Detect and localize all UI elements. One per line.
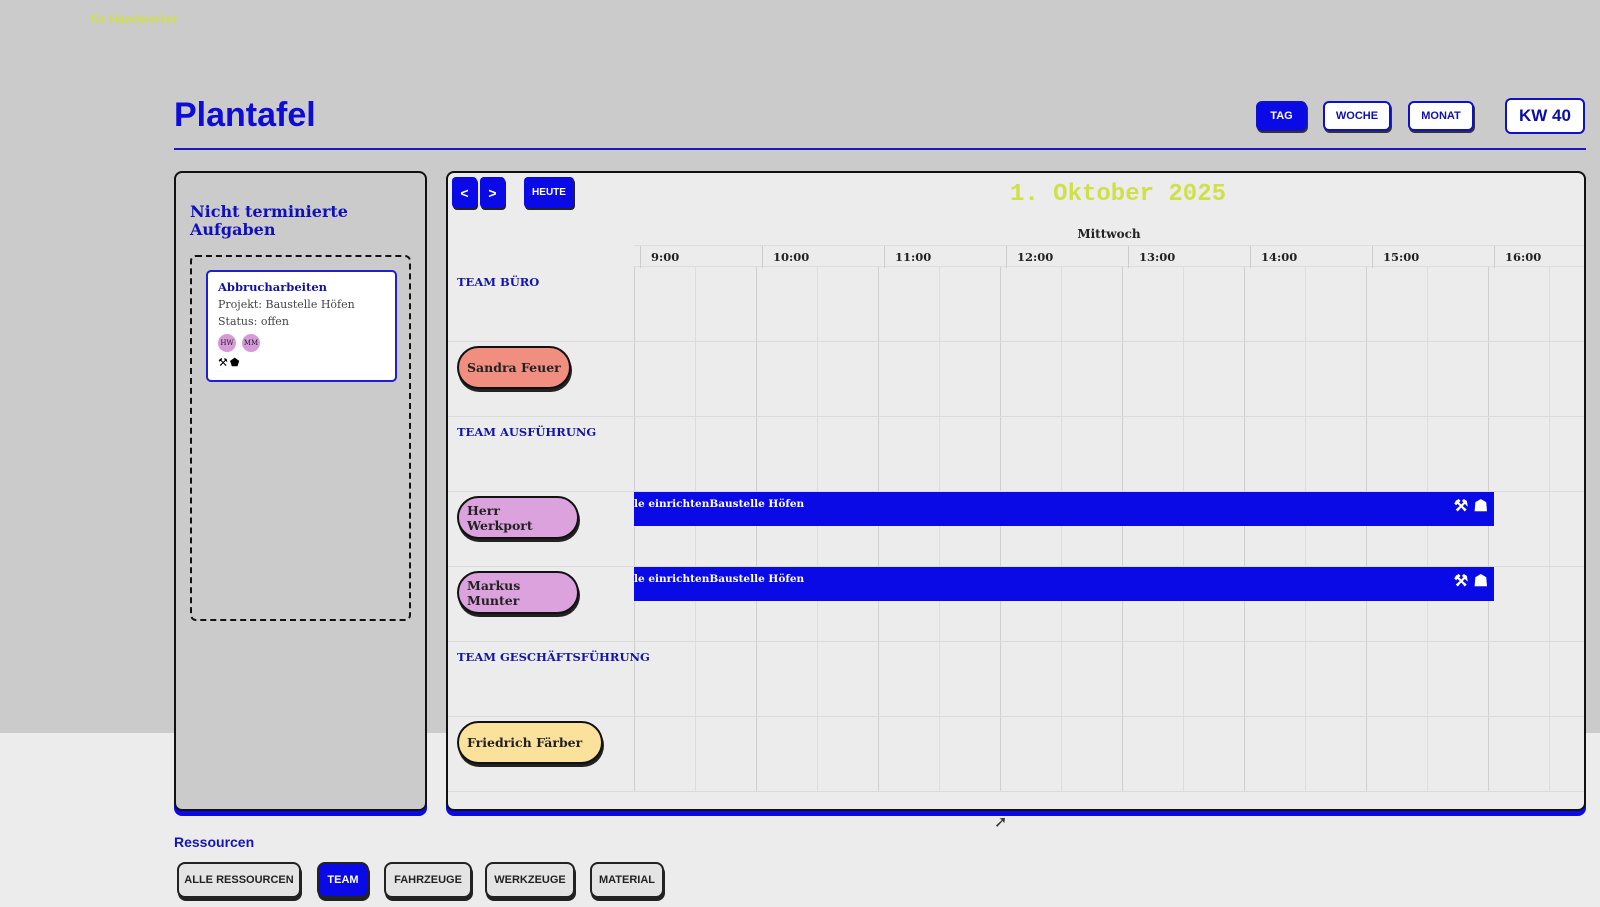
person-pill[interactable]: Sandra Feuer — [457, 346, 571, 389]
event-bar[interactable]: le einrichtenBaustelle Höfen ⚒ ☗ — [634, 567, 1494, 601]
hour-label: 14:00 — [1250, 246, 1297, 268]
view-month-button[interactable]: MONAT — [1408, 101, 1474, 131]
tool-icon: ⚒ — [218, 356, 228, 369]
task-project: Projekt: Baustelle Höfen — [218, 298, 355, 311]
filter-material-button[interactable]: MATERIAL — [590, 862, 664, 898]
mouse-cursor-icon: ➚ — [994, 814, 1008, 831]
event-bar[interactable]: le einrichtenBaustelle Höfen ⚒ ☗ — [634, 492, 1494, 526]
worker-icon: ⚒ ☗ — [1453, 571, 1488, 590]
worker-icon: ⚒ ☗ — [1453, 496, 1488, 515]
today-button[interactable]: HEUTE — [524, 177, 574, 208]
prev-day-button[interactable]: < — [452, 177, 477, 208]
day-label: Mittwoch — [1077, 227, 1141, 241]
date-title: 1. Oktober 2025 — [1009, 181, 1227, 208]
person-row[interactable]: Herr Werkport le einrichtenBaustelle Höf… — [448, 492, 1584, 567]
person-pill[interactable]: Markus Munter — [457, 571, 579, 614]
hour-label: 15:00 — [1372, 246, 1419, 268]
person-row[interactable]: Friedrich Färber — [448, 717, 1584, 792]
app-name: für Handwerker — [90, 12, 179, 26]
person-pill[interactable]: Friedrich Färber — [457, 721, 603, 764]
resources-title: Ressourcen — [174, 834, 255, 850]
schedule-grid: Mittwoch 9:00 10:00 11:00 12:00 13:00 14… — [448, 225, 1584, 792]
hour-label: 12:00 — [1006, 246, 1053, 268]
team-label: TEAM AUSFÜHRUNG — [457, 425, 597, 439]
view-week-button[interactable]: WOCHE — [1323, 101, 1391, 131]
unscheduled-dropzone[interactable]: Abbrucharbeiten Projekt: Baustelle Höfen… — [190, 255, 411, 621]
filter-all-resources-button[interactable]: ALLE RESSOURCEN — [177, 862, 301, 898]
unscheduled-title: Nicht terminierte Aufgaben — [190, 202, 348, 239]
avatar: MM — [242, 334, 260, 352]
hour-label: 13:00 — [1128, 246, 1175, 268]
page-title: Plantafel — [174, 96, 316, 134]
title-divider — [174, 148, 1586, 150]
filter-vehicles-button[interactable]: FAHRZEUGE — [384, 862, 472, 898]
person-pill[interactable]: Herr Werkport — [457, 496, 579, 539]
task-name: Abbrucharbeiten — [218, 280, 328, 294]
team-row: TEAM AUSFÜHRUNG — [448, 417, 1584, 492]
schedule-panel: < > HEUTE 1. Oktober 2025 Mittwoch 9:00 … — [446, 171, 1586, 811]
view-day-button[interactable]: TAG — [1256, 101, 1307, 131]
event-label: le einrichtenBaustelle Höfen — [634, 498, 805, 510]
task-avatars: HW MM — [218, 334, 385, 352]
task-card[interactable]: Abbrucharbeiten Projekt: Baustelle Höfen… — [206, 270, 397, 382]
task-status: Status: offen — [218, 315, 289, 328]
calendar-week-badge: KW 40 — [1505, 98, 1585, 134]
person-row[interactable]: Sandra Feuer — [448, 342, 1584, 417]
event-label: le einrichtenBaustelle Höfen — [634, 573, 805, 585]
person-row[interactable]: Markus Munter le einrichtenBaustelle Höf… — [448, 567, 1584, 642]
hour-label: 9:00 — [640, 246, 679, 268]
hour-label: 11:00 — [884, 246, 931, 268]
avatar: HW — [218, 334, 236, 352]
hour-label: 10:00 — [762, 246, 809, 268]
team-row: TEAM BÜRO — [448, 267, 1584, 342]
next-day-button[interactable]: > — [480, 177, 505, 208]
filter-tools-button[interactable]: WERKZEUGE — [485, 862, 575, 898]
filter-team-button[interactable]: TEAM — [317, 862, 369, 898]
team-label: TEAM GESCHÄFTSFÜHRUNG — [457, 650, 650, 664]
hour-header: 9:00 10:00 11:00 12:00 13:00 14:00 15:00… — [634, 245, 1584, 268]
team-row: TEAM GESCHÄFTSFÜHRUNG — [448, 642, 1584, 717]
team-label: TEAM BÜRO — [457, 275, 540, 289]
task-tools: ⚒ ⬟ — [218, 356, 385, 369]
hour-label: 16:00 — [1494, 246, 1541, 268]
bag-icon: ⬟ — [229, 356, 240, 369]
unscheduled-panel: Nicht terminierte Aufgaben Abbrucharbeit… — [174, 171, 427, 811]
